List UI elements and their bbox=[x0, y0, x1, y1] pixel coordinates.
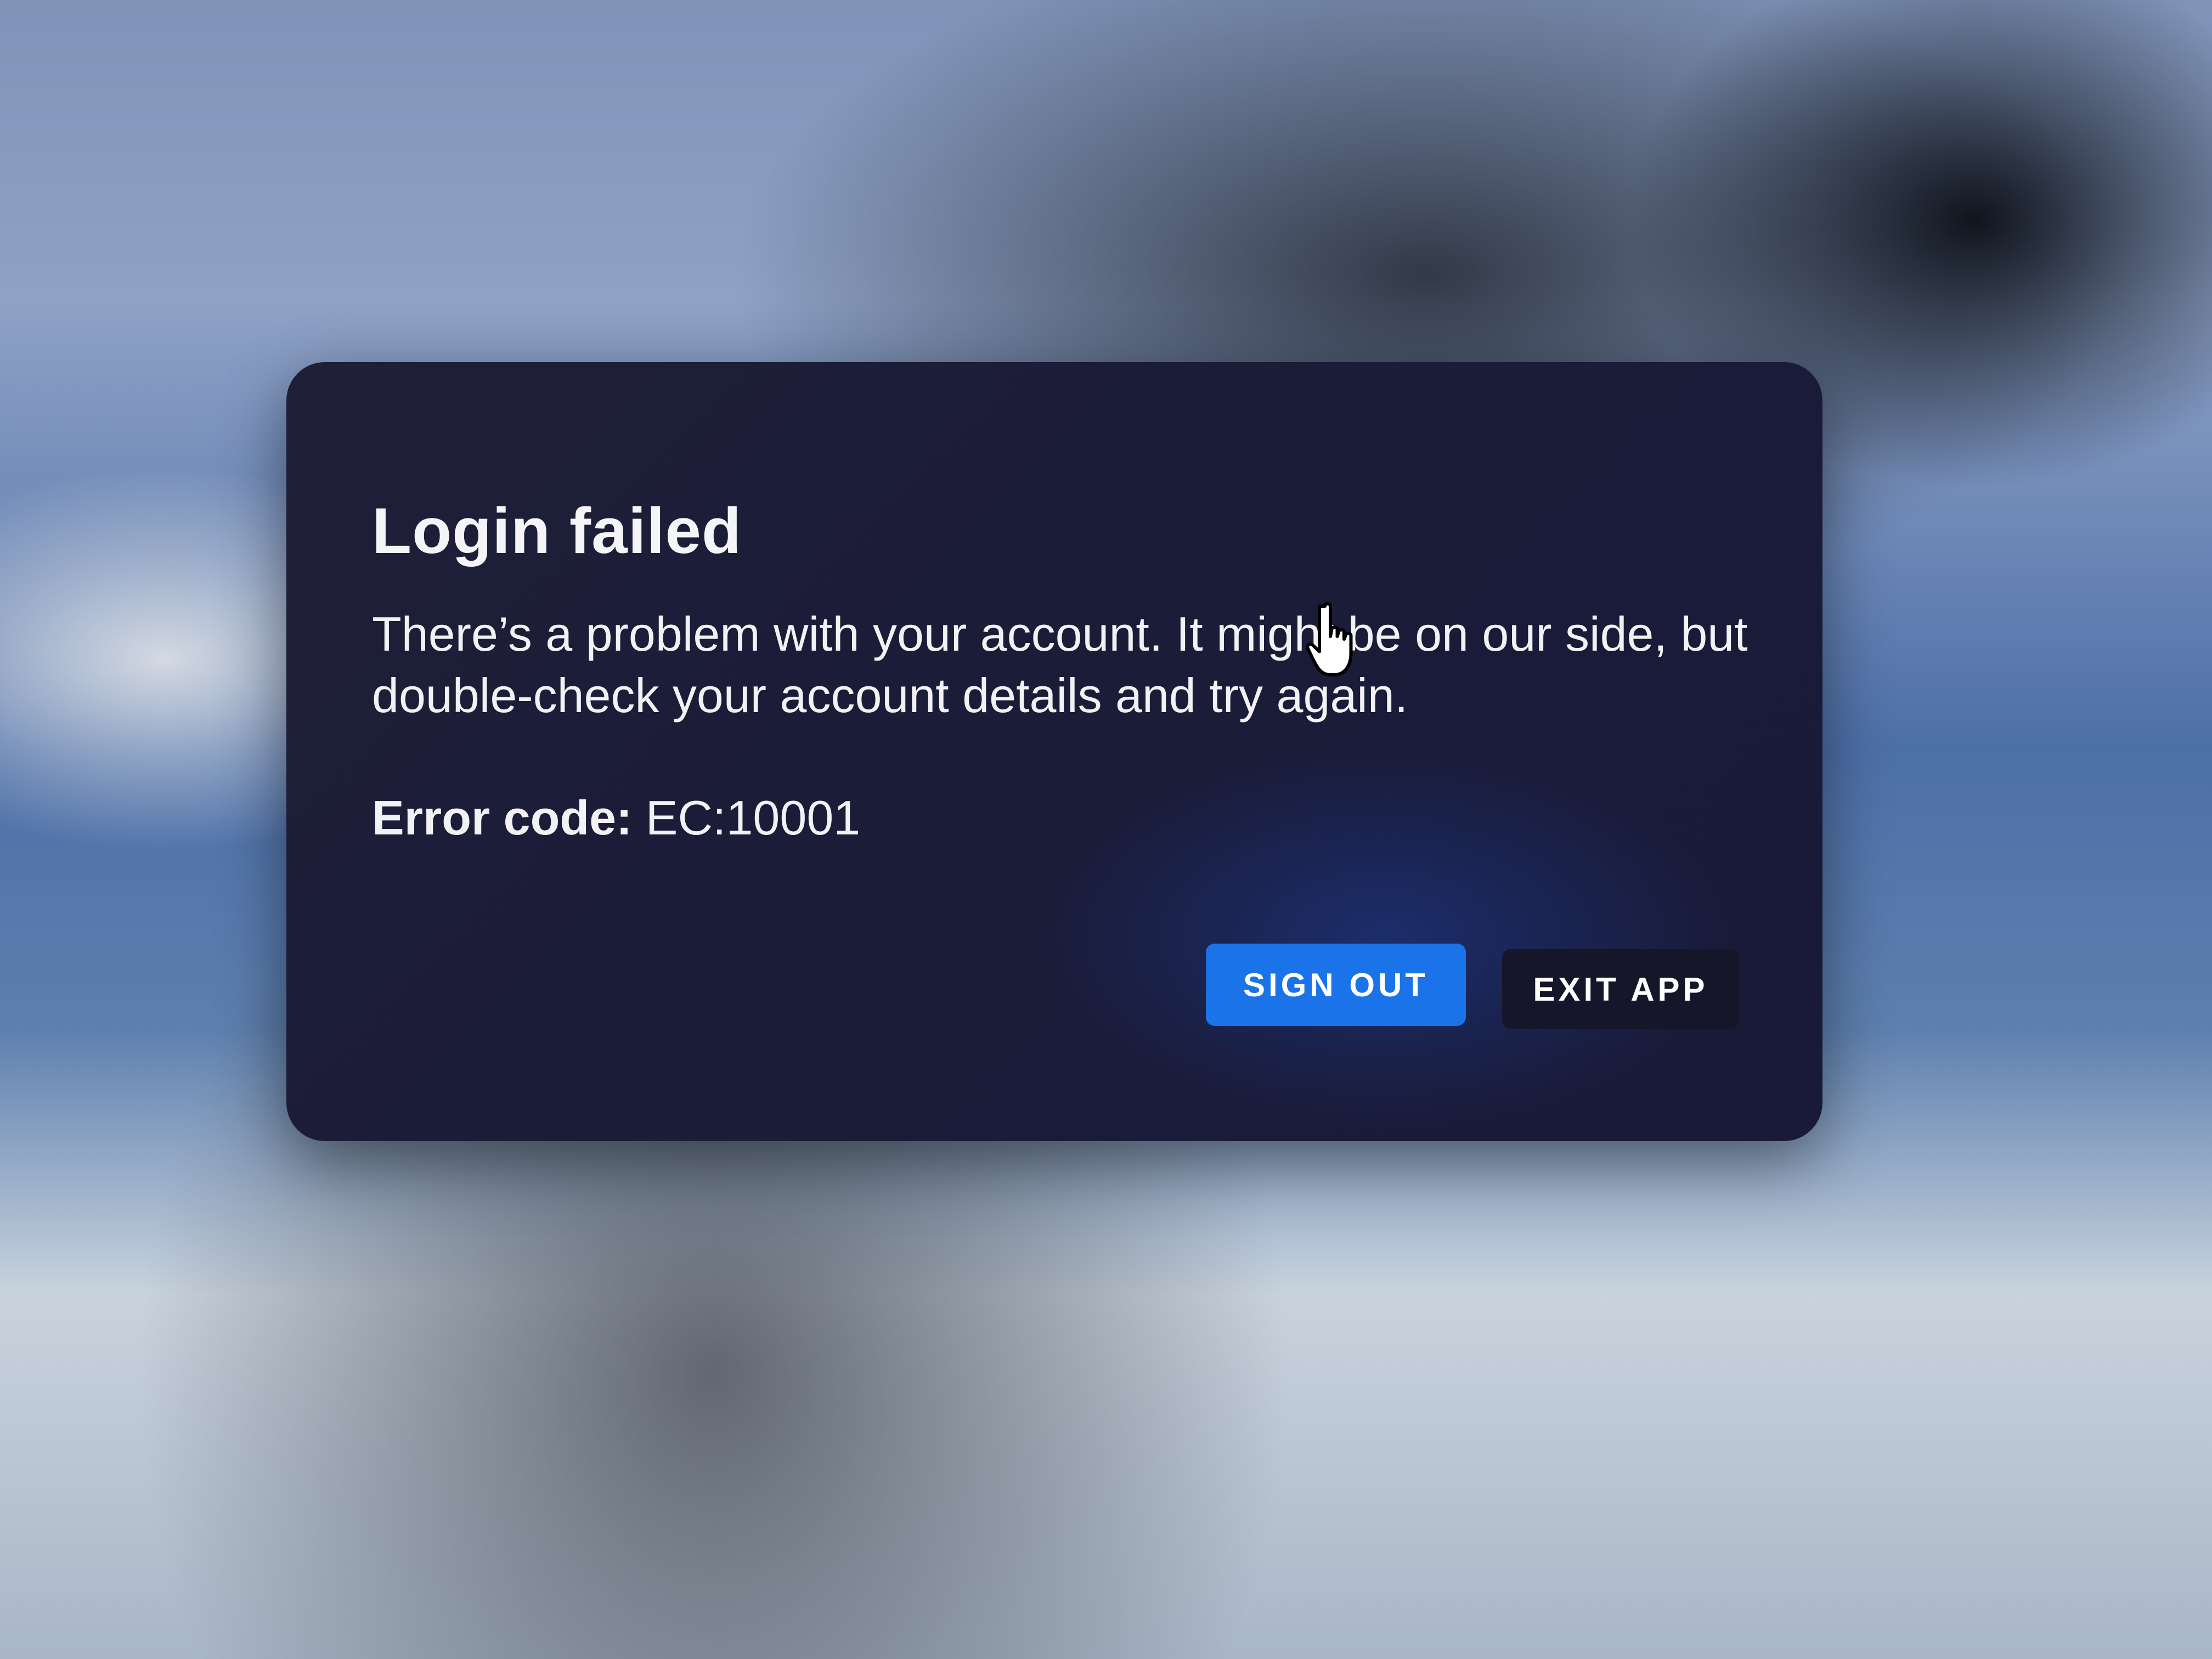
dialog-message: There’s a problem with your account. It … bbox=[372, 607, 1748, 723]
sign-out-button[interactable]: SIGN OUT bbox=[1206, 944, 1466, 1026]
hand-pointer-icon bbox=[1306, 602, 1353, 676]
error-code-value: EC:10001 bbox=[645, 791, 861, 845]
exit-app-button[interactable]: EXIT APP bbox=[1502, 949, 1739, 1029]
login-failed-dialog: Login failed There’s a problem with your… bbox=[286, 362, 1822, 1141]
error-code-label: Error code: bbox=[372, 791, 633, 845]
error-code-line: Error code: EC:10001 bbox=[372, 790, 860, 846]
dialog-title: Login failed bbox=[372, 495, 742, 567]
